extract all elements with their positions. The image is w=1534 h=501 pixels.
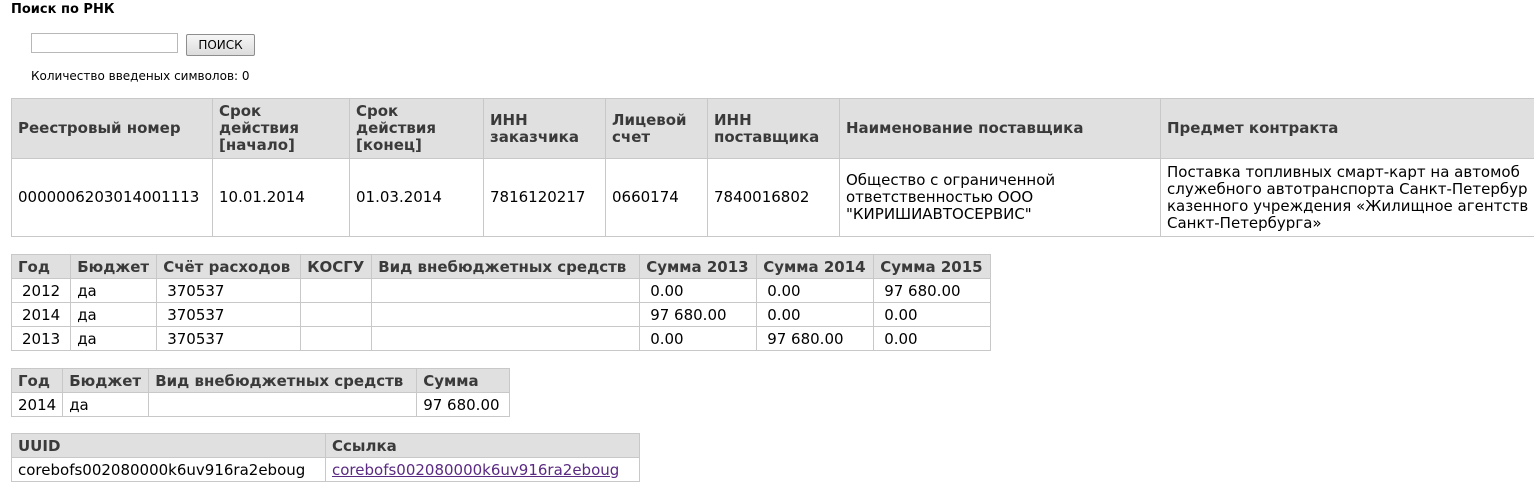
cell-offbudget-type (148, 392, 418, 417)
cell-sum: 97 680.00 (416, 392, 511, 417)
header-sum-2014: Сумма 2014 (756, 254, 875, 279)
uuid-link[interactable]: corebofs002080000k6uv916ra2eboug (332, 461, 619, 479)
header-customer-inn: ИНН заказчика (483, 98, 606, 159)
table-row: corebofs002080000k6uv916ra2eboug corebof… (11, 457, 640, 482)
header-offbudget-type: Вид внебюджетных средств (371, 254, 641, 279)
cell-sum-2013: 97 680.00 (639, 302, 758, 327)
cell-offbudget-type (371, 278, 641, 303)
character-count-text: Количество введеных символов: 0 (31, 69, 250, 83)
header-reg-number: Реестровый номер (11, 98, 213, 159)
cell-year: 2014 (10, 392, 64, 417)
contract-table: Реестровый номер Срок действия [начало] … (11, 98, 1534, 237)
header-subject: Предмет контракта (1160, 98, 1534, 159)
cell-offbudget-type (371, 326, 641, 351)
cell-uuid: corebofs002080000k6uv916ra2eboug (11, 457, 326, 482)
contract-header-row: Реестровый номер Срок действия [начало] … (11, 98, 1534, 159)
cell-account: 0660174 (605, 158, 708, 237)
table-row: 2014 да 370537 97 680.00 0.00 0.00 (10, 302, 992, 327)
table-row: 2013 да 370537 0.00 97 680.00 0.00 (10, 326, 992, 351)
search-button[interactable]: ПОИСК (186, 34, 255, 56)
header-link: Ссылка (325, 433, 640, 458)
cell-sum-2015: 97 680.00 (873, 278, 992, 303)
cell-year: 2012 (10, 278, 72, 303)
header-expense-account: Счёт расходов (156, 254, 302, 279)
cell-sum-2013: 0.00 (639, 326, 758, 351)
cell-supplier-name: Общество с ограниченной ответственностью… (839, 158, 1161, 237)
cell-kosgu (300, 278, 373, 303)
sum-table: Год Бюджет Вид внебюджетных средств Сумм… (10, 368, 511, 417)
search-input[interactable] (31, 33, 178, 53)
header-sum: Сумма (416, 368, 511, 393)
cell-sum-2013: 0.00 (639, 278, 758, 303)
cell-subject: Поставка топливных смарт-карт на автомоб… (1160, 158, 1534, 237)
cell-sum-2014: 97 680.00 (756, 326, 875, 351)
cell-budget: да (62, 392, 150, 417)
header-uuid: UUID (11, 433, 326, 458)
cell-end: 01.03.2014 (349, 158, 484, 237)
header-sum-2013: Сумма 2013 (639, 254, 758, 279)
header-kosgu: КОСГУ (300, 254, 373, 279)
uuid-header-row: UUID Ссылка (11, 433, 640, 458)
cell-kosgu (300, 326, 373, 351)
cell-sum-2014: 0.00 (756, 302, 875, 327)
supplier-name-line: "КИРИШИАВТОСЕРВИС" (846, 205, 1032, 223)
page-title: Поиск по РНК (11, 2, 115, 17)
table-row: 2014 да 97 680.00 (10, 392, 511, 417)
sum-header-row: Год Бюджет Вид внебюджетных средств Сумм… (10, 368, 511, 393)
header-account: Лицевой счет (605, 98, 708, 159)
cell-year: 2013 (10, 326, 72, 351)
header-year: Год (10, 254, 72, 279)
cell-customer-inn: 7816120217 (483, 158, 606, 237)
budget-header-row: Год Бюджет Счёт расходов КОСГУ Вид внебю… (10, 254, 992, 279)
header-budget: Бюджет (70, 254, 158, 279)
header-sum-2015: Сумма 2015 (873, 254, 992, 279)
header-budget: Бюджет (62, 368, 150, 393)
cell-start: 10.01.2014 (212, 158, 350, 237)
cell-expense-account: 370537 (156, 326, 302, 351)
header-supplier-name: Наименование поставщика (839, 98, 1161, 159)
cell-kosgu (300, 302, 373, 327)
uuid-table: UUID Ссылка corebofs002080000k6uv916ra2e… (11, 433, 640, 482)
cell-sum-2015: 0.00 (873, 302, 992, 327)
header-start: Срок действия [начало] (212, 98, 350, 159)
cell-offbudget-type (371, 302, 641, 327)
header-offbudget-type: Вид внебюджетных средств (148, 368, 418, 393)
supplier-name-line: Общество с ограниченной (846, 171, 1056, 189)
subject-line: Поставка топливных смарт-карт на автомоб (1167, 162, 1520, 181)
subject-line: казенного учреждения «Жилищное агентств (1167, 196, 1529, 215)
subject-line: Санкт-Петербурга» (1167, 213, 1322, 232)
cell-reg-number: 0000006203014001113 (11, 158, 213, 237)
cell-budget: да (70, 326, 158, 351)
table-row: 2012 да 370537 0.00 0.00 97 680.00 (10, 278, 992, 303)
cell-year: 2014 (10, 302, 72, 327)
budget-table: Год Бюджет Счёт расходов КОСГУ Вид внебю… (10, 254, 992, 351)
contract-row: 0000006203014001113 10.01.2014 01.03.201… (11, 158, 1534, 237)
supplier-name-line: ответственностью ООО (846, 188, 1034, 206)
cell-expense-account: 370537 (156, 302, 302, 327)
cell-budget: да (70, 302, 158, 327)
header-year: Год (10, 368, 64, 393)
header-supplier-inn: ИНН поставщика (707, 98, 840, 159)
cell-supplier-inn: 7840016802 (707, 158, 840, 237)
header-end: Срок действия [конец] (349, 98, 484, 159)
cell-sum-2014: 0.00 (756, 278, 875, 303)
cell-expense-account: 370537 (156, 278, 302, 303)
cell-sum-2015: 0.00 (873, 326, 992, 351)
cell-link: corebofs002080000k6uv916ra2eboug (325, 457, 640, 482)
subject-line: служебного автотранспорта Санкт-Петербур (1167, 179, 1528, 198)
cell-budget: да (70, 278, 158, 303)
